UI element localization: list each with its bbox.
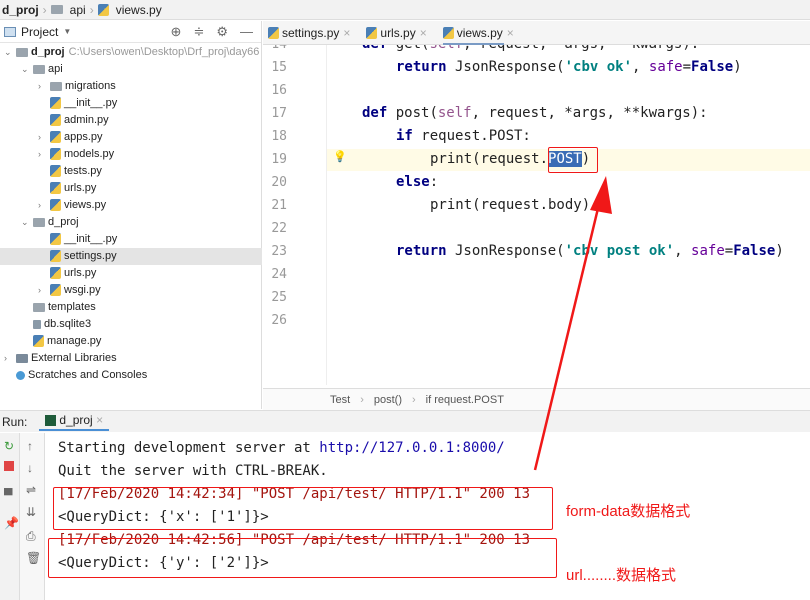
arrow-head [590, 176, 612, 214]
annotation-arrow [533, 176, 612, 471]
arrow-line [533, 199, 602, 471]
